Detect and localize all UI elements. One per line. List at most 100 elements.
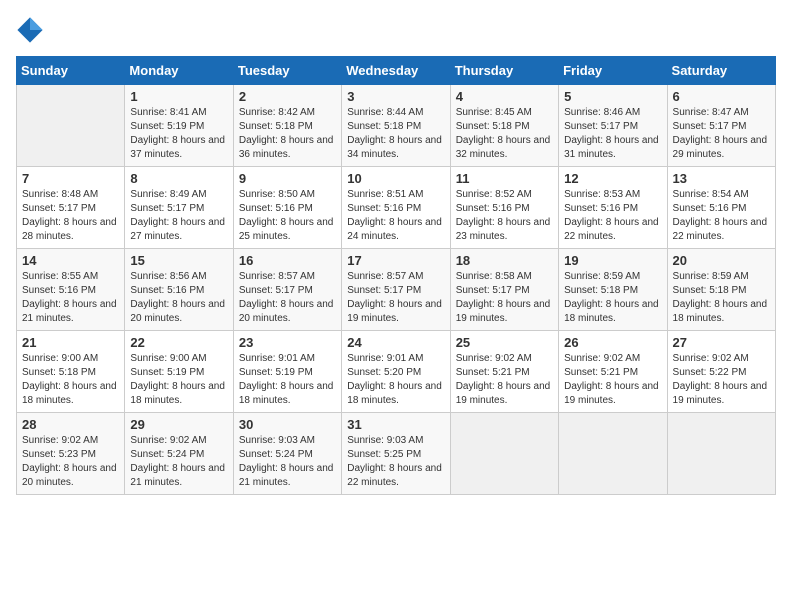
day-number: 27 (673, 335, 770, 350)
day-number: 22 (130, 335, 227, 350)
day-number: 30 (239, 417, 336, 432)
cell-info: Sunrise: 9:00 AMSunset: 5:18 PMDaylight:… (22, 352, 119, 408)
header-day-thursday: Thursday (450, 57, 558, 85)
cell-info: Sunrise: 8:41 AMSunset: 5:19 PMDaylight:… (130, 106, 227, 162)
calendar-cell: 16Sunrise: 8:57 AMSunset: 5:17 PMDayligh… (233, 249, 341, 331)
cell-info: Sunrise: 8:51 AMSunset: 5:16 PMDaylight:… (347, 188, 444, 244)
calendar-cell: 28 Sunrise: 9:02 AMSunset: 5:23 PMDayligh… (17, 413, 125, 495)
cell-info: Sunrise: 8:53 AMSunset: 5:16 PMDaylight:… (564, 188, 661, 244)
calendar-cell: 5 Sunrise: 8:46 AMSunset: 5:17 PMDaylight… (559, 85, 667, 167)
cell-info: Sunrise: 8:57 AMSunset: 5:17 PMDaylight:… (347, 270, 444, 326)
calendar-cell: 14 Sunrise: 8:55 AMSunset: 5:16 PMDayligh… (17, 249, 125, 331)
cell-info: Sunrise: 8:44 AMSunset: 5:18 PMDaylight:… (347, 106, 444, 162)
day-number: 21 (22, 335, 119, 350)
cell-info: Sunrise: 9:00 AMSunset: 5:19 PMDaylight:… (130, 352, 227, 408)
calendar-cell: 24 Sunrise: 9:01 AMSunset: 5:20 PMDayligh… (342, 331, 450, 413)
day-number: 19 (564, 253, 661, 268)
cell-info: Sunrise: 8:42 AMSunset: 5:18 PMDaylight:… (239, 106, 336, 162)
day-number: 2 (239, 89, 336, 104)
calendar-cell: 4Sunrise: 8:45 AMSunset: 5:18 PMDaylight… (450, 85, 558, 167)
cell-info: Sunrise: 8:59 AMSunset: 5:18 PMDaylight:… (673, 270, 770, 326)
logo-icon (16, 16, 44, 44)
calendar-week-4: 21 Sunrise: 9:00 AMSunset: 5:18 PMDayligh… (17, 331, 776, 413)
calendar-cell: 19 Sunrise: 8:59 AMSunset: 5:18 PMDayligh… (559, 249, 667, 331)
cell-info: Sunrise: 9:02 AMSunset: 5:21 PMDaylight:… (564, 352, 661, 408)
cell-info: Sunrise: 8:55 AMSunset: 5:16 PMDaylight:… (22, 270, 119, 326)
calendar-cell: 22 Sunrise: 9:00 AMSunset: 5:19 PMDayligh… (125, 331, 233, 413)
calendar-cell: 12 Sunrise: 8:53 AMSunset: 5:16 PMDayligh… (559, 167, 667, 249)
page-header (16, 16, 776, 44)
day-number: 25 (456, 335, 553, 350)
calendar-cell: 1Sunrise: 8:41 AMSunset: 5:19 PMDaylight… (125, 85, 233, 167)
day-number: 13 (673, 171, 770, 186)
cell-info: Sunrise: 8:56 AMSunset: 5:16 PMDaylight:… (130, 270, 227, 326)
header-day-sunday: Sunday (17, 57, 125, 85)
calendar-cell (667, 413, 775, 495)
cell-info: Sunrise: 9:01 AMSunset: 5:19 PMDaylight:… (239, 352, 336, 408)
header-day-friday: Friday (559, 57, 667, 85)
day-number: 23 (239, 335, 336, 350)
calendar-week-1: 1Sunrise: 8:41 AMSunset: 5:19 PMDaylight… (17, 85, 776, 167)
cell-info: Sunrise: 8:49 AMSunset: 5:17 PMDaylight:… (130, 188, 227, 244)
cell-info: Sunrise: 8:58 AMSunset: 5:17 PMDaylight:… (456, 270, 553, 326)
day-number: 10 (347, 171, 444, 186)
header-day-wednesday: Wednesday (342, 57, 450, 85)
cell-info: Sunrise: 8:52 AMSunset: 5:16 PMDaylight:… (456, 188, 553, 244)
day-number: 17 (347, 253, 444, 268)
calendar-cell: 27Sunrise: 9:02 AMSunset: 5:22 PMDayligh… (667, 331, 775, 413)
day-number: 28 (22, 417, 119, 432)
calendar-cell: 6Sunrise: 8:47 AMSunset: 5:17 PMDaylight… (667, 85, 775, 167)
header-day-saturday: Saturday (667, 57, 775, 85)
calendar-cell: 7 Sunrise: 8:48 AMSunset: 5:17 PMDaylight… (17, 167, 125, 249)
calendar-cell: 9Sunrise: 8:50 AMSunset: 5:16 PMDaylight… (233, 167, 341, 249)
calendar-cell: 17 Sunrise: 8:57 AMSunset: 5:17 PMDayligh… (342, 249, 450, 331)
cell-info: Sunrise: 8:46 AMSunset: 5:17 PMDaylight:… (564, 106, 661, 162)
day-number: 7 (22, 171, 119, 186)
calendar-cell: 3 Sunrise: 8:44 AMSunset: 5:18 PMDaylight… (342, 85, 450, 167)
day-number: 24 (347, 335, 444, 350)
day-number: 5 (564, 89, 661, 104)
calendar-cell: 21 Sunrise: 9:00 AMSunset: 5:18 PMDayligh… (17, 331, 125, 413)
cell-info: Sunrise: 9:02 AMSunset: 5:24 PMDaylight:… (130, 434, 227, 490)
day-number: 15 (130, 253, 227, 268)
calendar-cell: 10 Sunrise: 8:51 AMSunset: 5:16 PMDayligh… (342, 167, 450, 249)
calendar-cell: 25 Sunrise: 9:02 AMSunset: 5:21 PMDayligh… (450, 331, 558, 413)
day-number: 11 (456, 171, 553, 186)
calendar-week-2: 7 Sunrise: 8:48 AMSunset: 5:17 PMDaylight… (17, 167, 776, 249)
day-number: 3 (347, 89, 444, 104)
calendar-cell: 29 Sunrise: 9:02 AMSunset: 5:24 PMDayligh… (125, 413, 233, 495)
calendar-cell: 11 Sunrise: 8:52 AMSunset: 5:16 PMDayligh… (450, 167, 558, 249)
cell-info: Sunrise: 9:01 AMSunset: 5:20 PMDaylight:… (347, 352, 444, 408)
cell-info: Sunrise: 9:02 AMSunset: 5:21 PMDaylight:… (456, 352, 553, 408)
calendar-cell: 20Sunrise: 8:59 AMSunset: 5:18 PMDayligh… (667, 249, 775, 331)
calendar-table: SundayMondayTuesdayWednesdayThursdayFrid… (16, 56, 776, 495)
day-number: 29 (130, 417, 227, 432)
cell-info: Sunrise: 8:45 AMSunset: 5:18 PMDaylight:… (456, 106, 553, 162)
day-number: 31 (347, 417, 444, 432)
cell-info: Sunrise: 8:48 AMSunset: 5:17 PMDaylight:… (22, 188, 119, 244)
day-number: 8 (130, 171, 227, 186)
calendar-cell (559, 413, 667, 495)
calendar-week-5: 28 Sunrise: 9:02 AMSunset: 5:23 PMDayligh… (17, 413, 776, 495)
day-number: 16 (239, 253, 336, 268)
calendar-header: SundayMondayTuesdayWednesdayThursdayFrid… (17, 57, 776, 85)
cell-info: Sunrise: 8:59 AMSunset: 5:18 PMDaylight:… (564, 270, 661, 326)
calendar-cell: 13 Sunrise: 8:54 AMSunset: 5:16 PMDayligh… (667, 167, 775, 249)
logo (16, 16, 48, 44)
calendar-cell: 23 Sunrise: 9:01 AMSunset: 5:19 PMDayligh… (233, 331, 341, 413)
calendar-cell: 2 Sunrise: 8:42 AMSunset: 5:18 PMDaylight… (233, 85, 341, 167)
day-number: 12 (564, 171, 661, 186)
cell-info: Sunrise: 9:02 AMSunset: 5:23 PMDaylight:… (22, 434, 119, 490)
cell-info: Sunrise: 8:54 AMSunset: 5:16 PMDaylight:… (673, 188, 770, 244)
cell-info: Sunrise: 9:03 AMSunset: 5:24 PMDaylight:… (239, 434, 336, 490)
cell-info: Sunrise: 9:03 AMSunset: 5:25 PMDaylight:… (347, 434, 444, 490)
day-number: 14 (22, 253, 119, 268)
header-row: SundayMondayTuesdayWednesdayThursdayFrid… (17, 57, 776, 85)
day-number: 26 (564, 335, 661, 350)
header-day-monday: Monday (125, 57, 233, 85)
header-day-tuesday: Tuesday (233, 57, 341, 85)
calendar-cell: 26 Sunrise: 9:02 AMSunset: 5:21 PMDayligh… (559, 331, 667, 413)
day-number: 6 (673, 89, 770, 104)
cell-info: Sunrise: 8:50 AMSunset: 5:16 PMDaylight:… (239, 188, 336, 244)
calendar-cell (17, 85, 125, 167)
